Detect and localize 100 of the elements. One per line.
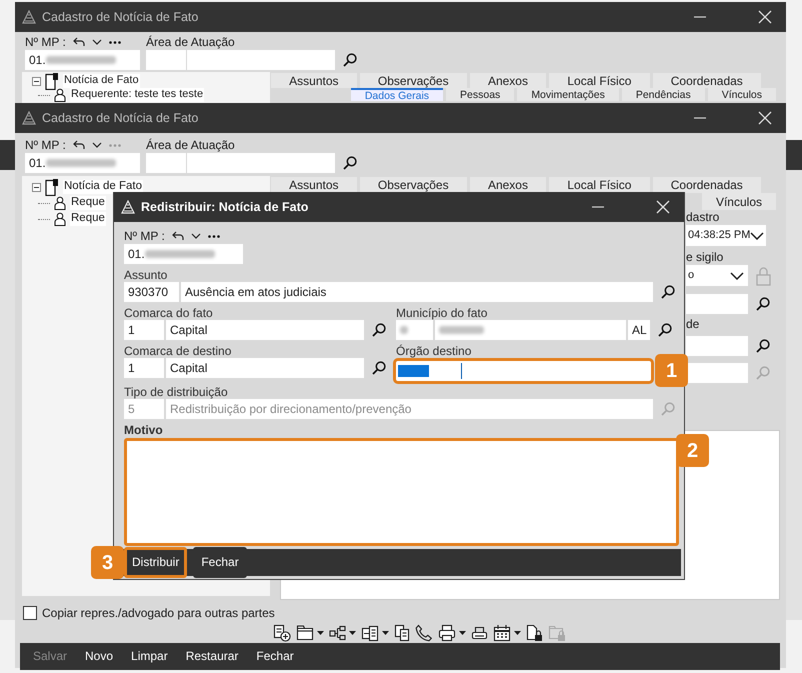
collapse-icon[interactable] — [32, 76, 41, 86]
minimize-icon[interactable] — [694, 16, 706, 18]
minimize-icon[interactable] — [694, 117, 706, 119]
action-button[interactable]: Restaurar — [176, 649, 248, 664]
action-button[interactable]: Distribuir — [124, 547, 188, 578]
person-icon — [54, 212, 66, 226]
dropdown-field[interactable]: o — [686, 265, 748, 286]
chevron-down-icon[interactable] — [92, 39, 102, 45]
action-button[interactable]: Novo — [76, 649, 122, 664]
search-icon[interactable] — [343, 156, 357, 170]
search-icon[interactable] — [343, 53, 357, 67]
tab[interactable]: Observações — [360, 177, 467, 193]
code-field[interactable] — [396, 320, 433, 340]
tab[interactable]: Observações — [360, 73, 467, 88]
toolbar-button[interactable] — [296, 624, 324, 641]
search-icon[interactable] — [756, 297, 770, 311]
text-field[interactable]: Ausência em atos judiciais — [181, 282, 653, 302]
collapse-icon[interactable] — [32, 182, 41, 192]
lookup-field[interactable] — [686, 363, 748, 383]
tree-item[interactable]: Requerente: teste tes teste — [70, 88, 204, 102]
undo-icon[interactable] — [172, 231, 184, 241]
minimize-icon[interactable] — [592, 206, 604, 208]
search-icon[interactable] — [372, 361, 386, 375]
checkbox[interactable] — [23, 606, 37, 620]
close-icon[interactable] — [758, 10, 772, 24]
more-icon[interactable] — [208, 234, 220, 238]
chevron-down-icon[interactable] — [750, 232, 764, 240]
toolbar-button[interactable] — [273, 624, 291, 642]
tab[interactable]: Local Físico — [549, 177, 650, 193]
search-icon[interactable] — [661, 285, 675, 299]
close-icon[interactable] — [758, 111, 772, 125]
phone-icon — [415, 624, 433, 642]
text-field[interactable]: Capital — [166, 358, 364, 378]
search-icon[interactable] — [372, 323, 386, 337]
mp-number-field[interactable]: 01. — [25, 153, 140, 173]
toolbar-button[interactable] — [526, 624, 543, 642]
chevron-down-icon[interactable] — [92, 142, 102, 148]
action-button[interactable]: Fechar — [193, 547, 247, 578]
text-field[interactable] — [396, 361, 651, 381]
tab[interactable]: Assuntos — [271, 177, 357, 193]
person-icon — [54, 196, 66, 210]
toolbar-button[interactable] — [329, 624, 356, 640]
text-field[interactable] — [435, 320, 626, 340]
area-name-field[interactable] — [187, 153, 335, 173]
window-title: Redistribuir: Notícia de Fato — [141, 200, 308, 214]
code-field[interactable]: 1 — [124, 320, 164, 340]
tab[interactable]: Anexos — [470, 177, 546, 193]
area-name-field[interactable] — [187, 50, 335, 70]
tab[interactable]: Movimentações — [517, 88, 619, 101]
lookup-field[interactable] — [686, 336, 748, 356]
close-icon[interactable] — [656, 200, 670, 214]
tab[interactable]: Coordenadas — [652, 73, 761, 88]
tab[interactable]: Anexos — [470, 73, 546, 88]
tree-item[interactable]: Reque — [70, 212, 106, 226]
toolbar-button[interactable] — [438, 624, 466, 642]
toolbar-button[interactable] — [471, 625, 488, 640]
document-icon — [45, 178, 59, 196]
callout-badge: 2 — [676, 434, 709, 467]
toolbar-button[interactable] — [493, 624, 521, 642]
state-field[interactable]: AL — [628, 320, 650, 340]
undo-icon[interactable] — [72, 140, 85, 150]
tab[interactable]: Vínculos — [702, 193, 776, 210]
code-field[interactable]: 930370 — [124, 282, 179, 302]
text-field[interactable]: Capital — [166, 320, 364, 340]
tab[interactable]: Vínculos — [708, 88, 776, 101]
toolbar-button[interactable] — [415, 624, 433, 642]
dropdown-field[interactable]: 04:38:25 PM — [686, 225, 766, 246]
tree-item[interactable]: Notícia de Fato — [63, 180, 143, 194]
printer-icon — [471, 625, 488, 640]
tab[interactable]: Coordenadas — [652, 177, 761, 193]
toolbar-button[interactable] — [361, 624, 389, 642]
printer-icon — [438, 624, 456, 642]
lookup-field[interactable] — [686, 294, 748, 314]
toolbar-button[interactable] — [394, 624, 410, 642]
tree-item[interactable]: Reque — [70, 196, 106, 210]
tab[interactable]: Pessoas — [446, 88, 514, 101]
redacted-text — [46, 56, 116, 64]
tab[interactable]: Assuntos — [271, 73, 357, 88]
callout-badge: 3 — [91, 546, 124, 579]
chevron-down-icon[interactable] — [730, 272, 744, 280]
action-button[interactable]: Fechar — [247, 649, 303, 664]
search-icon[interactable] — [756, 339, 770, 353]
text-cursor — [461, 363, 462, 379]
text-area[interactable] — [124, 438, 679, 546]
area-code-field[interactable] — [146, 153, 186, 173]
tab[interactable]: Local Físico — [549, 73, 650, 88]
search-icon[interactable] — [658, 323, 672, 337]
action-button[interactable]: Limpar — [122, 649, 177, 664]
tab[interactable]: Pendências — [622, 88, 705, 101]
tab[interactable]: Dados Gerais — [350, 88, 444, 101]
mp-number-field[interactable]: 01. — [124, 244, 243, 264]
mp-number-field[interactable]: 01. — [25, 50, 140, 70]
area-code-field[interactable] — [146, 50, 186, 70]
tree-item[interactable]: Notícia de Fato — [63, 74, 140, 88]
undo-icon[interactable] — [72, 37, 85, 47]
code-field[interactable]: 1 — [124, 358, 164, 378]
chevron-down-icon[interactable] — [190, 233, 201, 239]
redacted-text — [144, 250, 215, 258]
more-icon[interactable] — [108, 40, 121, 44]
dropdown-value: o — [688, 268, 694, 282]
